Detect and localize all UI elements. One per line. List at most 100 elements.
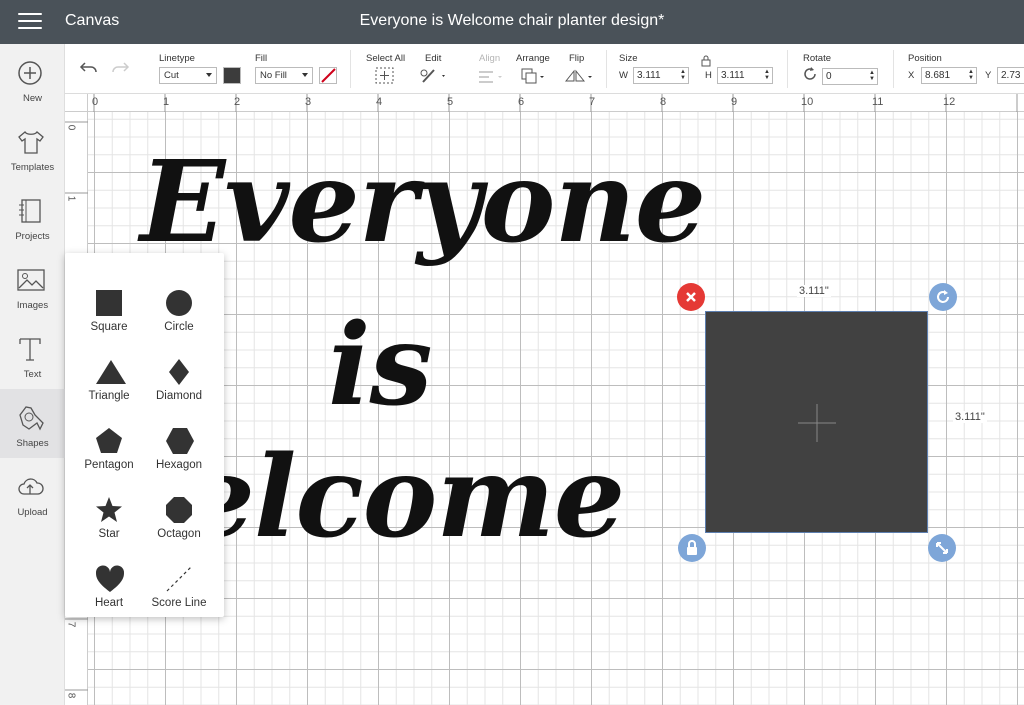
shape-hexagon[interactable]: Hexagon [144,407,214,471]
rotate-value: 0 [826,71,832,82]
title-bar: Canvas Everyone is Welcome chair planter… [0,0,1024,44]
shapes-panel: Square Circle Triangle Diamond Pentagon … [65,253,224,617]
sidebar-item-images[interactable]: Images [0,251,65,320]
no-fill-icon [321,68,336,83]
shape-square[interactable]: Square [74,269,144,333]
select-all-icon[interactable] [375,67,395,85]
menu-icon[interactable] [18,13,42,31]
shape-pentagon[interactable]: Pentagon [74,407,144,471]
ruler-top-label: 12 [943,96,956,108]
edit-toolbar: Linetype Cut Fill No Fill Select All Edi… [65,44,1024,94]
tshirt-icon [18,131,44,154]
fill-select[interactable]: No Fill [255,67,313,84]
rotate-handle[interactable] [929,283,957,311]
height-dimension-label: 3.111" [953,411,987,423]
diamond-icon [169,359,189,385]
resize-handle[interactable] [928,534,956,562]
shape-label: Diamond [155,390,203,402]
ruler-top-label: 2 [234,96,241,108]
flip-icon[interactable] [564,67,594,85]
shape-octagon[interactable]: Octagon [144,476,214,540]
stepper-icon[interactable]: ▲ ▼ [680,69,686,81]
position-label: Position [908,53,942,64]
sidebar-item-shapes[interactable]: Shapes [0,389,65,458]
shapes-icon [19,406,44,431]
ruler-top-label: 4 [376,96,383,108]
document-title: Everyone is Welcome chair planter design… [359,12,665,29]
divider [350,50,351,88]
shape-label: Hexagon [155,459,203,471]
stepper-icon[interactable]: ▲ ▼ [968,69,974,81]
fill-color-swatch[interactable] [319,67,337,84]
x-label: X [908,70,915,81]
linetype-color-swatch[interactable] [223,67,241,84]
divider [893,50,894,88]
ruler-left-label: 0 [65,124,77,131]
resize-icon [936,542,948,554]
x-position-input[interactable]: 8.681 ▲ ▼ [921,67,977,84]
left-sidebar: New Templates Projects Images Text Shape… [0,44,65,705]
align-icon[interactable] [477,69,505,85]
width-dimension-label: 3.111" [797,285,831,297]
shape-triangle[interactable]: Triangle [74,338,144,402]
chevron-down-icon [302,73,308,77]
ruler-left-label: 7 [65,621,77,628]
sidebar-item-upload[interactable]: Upload [0,458,65,527]
shape-diamond[interactable]: Diamond [144,338,214,402]
x-value: 8.681 [925,70,951,81]
plus-circle-icon [18,61,42,85]
ruler-left-label: 8 [65,692,77,699]
ruler-left-label: 1 [65,195,77,202]
shape-score-line[interactable]: Score Line [144,545,214,609]
text-is[interactable]: is [328,300,433,431]
shape-label: Star [98,528,120,540]
shape-star[interactable]: Star [74,476,144,540]
ruler-top-label: 3 [305,96,312,108]
stepper-icon[interactable]: ▲ ▼ [764,69,770,81]
shape-heart[interactable]: Heart [74,545,144,609]
hexagon-icon [166,428,194,454]
sidebar-item-templates[interactable]: Templates [0,113,65,182]
ruler-top: 0 1 2 3 4 5 6 7 8 9 10 11 12 [88,94,1024,112]
height-input[interactable]: 3.111 ▲ ▼ [717,67,773,84]
shape-circle[interactable]: Circle [144,269,214,333]
undo-icon[interactable] [79,60,99,76]
rotate-input[interactable]: 0 ▲ ▼ [822,68,878,85]
edit-icon[interactable] [420,67,448,85]
redo-icon[interactable] [110,60,130,76]
triangle-icon [96,360,126,384]
divider [606,50,607,88]
pentagon-icon [96,428,122,453]
sidebar-item-label: Upload [17,507,48,518]
sidebar-item-projects[interactable]: Projects [0,182,65,251]
ruler-top-label: 6 [518,96,525,108]
lock-handle[interactable] [678,534,706,562]
square-icon [96,290,122,316]
ruler-top-label: 1 [163,96,170,108]
circle-icon [166,290,192,316]
sidebar-item-text[interactable]: Text [0,320,65,389]
selected-square-shape[interactable] [705,311,928,533]
y-position-input[interactable]: 2.73 [997,67,1024,84]
sidebar-item-new[interactable]: New [0,44,65,113]
cloud-upload-icon [18,478,44,495]
lock-icon [687,540,697,555]
divider [787,50,788,88]
stepper-icon[interactable]: ▲ ▼ [869,70,875,82]
ruler-top-label: 0 [92,96,99,108]
octagon-icon [166,497,192,523]
linetype-select[interactable]: Cut [159,67,217,84]
lock-icon[interactable] [700,55,712,67]
notebook-icon [19,199,41,223]
text-everyone[interactable]: Everyone [140,137,706,268]
shape-label: Heart [94,597,124,609]
edit-label: Edit [425,53,442,64]
arrange-label: Arrange [516,53,550,64]
sidebar-item-label: Projects [15,231,50,242]
text-icon [19,338,41,361]
app-name: Canvas [65,12,120,29]
arrange-icon[interactable] [520,67,548,85]
delete-handle[interactable] [677,283,705,311]
y-value: 2.73 [1001,70,1021,81]
width-input[interactable]: 3.111 ▲ ▼ [633,67,689,84]
